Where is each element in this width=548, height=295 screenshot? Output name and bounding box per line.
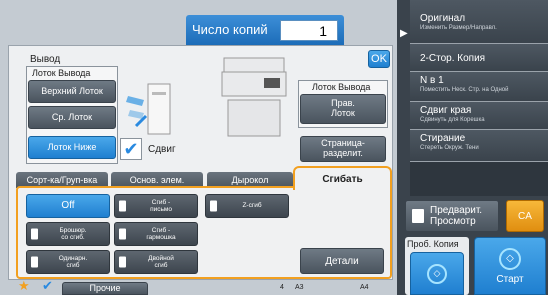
tray-count-label: 4 (280, 284, 284, 291)
tab-fold[interactable]: Сгибать (295, 172, 390, 188)
rp-erase[interactable]: Стирание Стереть Окруж. Тени (410, 130, 548, 162)
fold-off-button[interactable]: Off (26, 194, 110, 218)
fold-single-button[interactable]: Одинарн. сгиб (26, 250, 110, 274)
check-icon[interactable]: ✔ (42, 279, 53, 293)
shift-checkbox[interactable]: ✔ (120, 138, 142, 160)
proof-start-icon: ◇ (427, 263, 447, 284)
favorite-icon[interactable]: ★ (18, 279, 30, 293)
paper-a3-label: A3 (295, 284, 304, 291)
booklet-fold-icon (31, 228, 38, 240)
letter-fold-icon (119, 200, 126, 212)
details-button[interactable]: Детали (300, 248, 384, 274)
collapse-arrow-icon[interactable]: ▶ (400, 28, 408, 39)
single-fold-icon (31, 256, 38, 268)
copies-count-field[interactable]: 1 (280, 20, 338, 41)
proof-copy-label: Проб. Копия (407, 239, 459, 249)
copier-illustration (218, 56, 292, 138)
accordion-fold-icon (119, 228, 126, 240)
z-fold-icon (210, 200, 217, 212)
rp-n-in-1[interactable]: N в 1 Поместить Неск. Стр. на Одной (410, 72, 548, 102)
fold-accordion-button[interactable]: Сгиб - гармошка (114, 222, 198, 246)
fold-z-button[interactable]: Z-сгиб (205, 194, 289, 218)
rp-blank (410, 162, 548, 196)
double-fold-icon (119, 256, 126, 268)
copies-label: Число копий (192, 22, 268, 37)
rp-margin-shift[interactable]: Сдвиг края Сдвинуть для Корешка (410, 102, 548, 130)
tray-upper-button[interactable]: Верхний Лоток (28, 80, 116, 103)
fold-double-button[interactable]: Двойной сгиб (114, 250, 198, 274)
shift-label: Сдвиг (148, 144, 176, 155)
right-tray-group-label: Лоток Вывода (312, 82, 371, 92)
proof-copy-button[interactable]: ◇ (410, 252, 464, 295)
tray-group-label: Лоток Вывода (32, 68, 91, 78)
other-button[interactable]: Прочие (62, 282, 148, 295)
preview-button[interactable]: Предварит. Просмотр (405, 200, 499, 232)
start-button[interactable]: ◇ Старт (474, 237, 546, 295)
ok-button[interactable]: OK (368, 50, 390, 68)
separator-page-button[interactable]: Страница- разделит. (300, 136, 386, 162)
rp-original[interactable]: Оригинал Изменить Размер/Направл. (410, 0, 548, 44)
rp-duplex[interactable]: 2-Стор. Копия (410, 44, 548, 72)
tray-lower-button[interactable]: Лоток Ниже (28, 136, 116, 159)
output-title: Вывод (30, 54, 61, 65)
finisher-illustration (122, 78, 176, 136)
fold-booklet-button[interactable]: Брошюр. со сгиб. (26, 222, 110, 246)
fold-letter-button[interactable]: Сгиб - письмо (114, 194, 198, 218)
right-tray-button[interactable]: Прав. Лоток (300, 94, 386, 124)
tray-middle-button[interactable]: Ср. Лоток (28, 106, 116, 129)
paper-a4-label: A4 (360, 284, 369, 291)
start-icon: ◇ (499, 247, 521, 270)
ca-button[interactable]: CA (506, 200, 544, 232)
preview-icon (412, 209, 424, 223)
